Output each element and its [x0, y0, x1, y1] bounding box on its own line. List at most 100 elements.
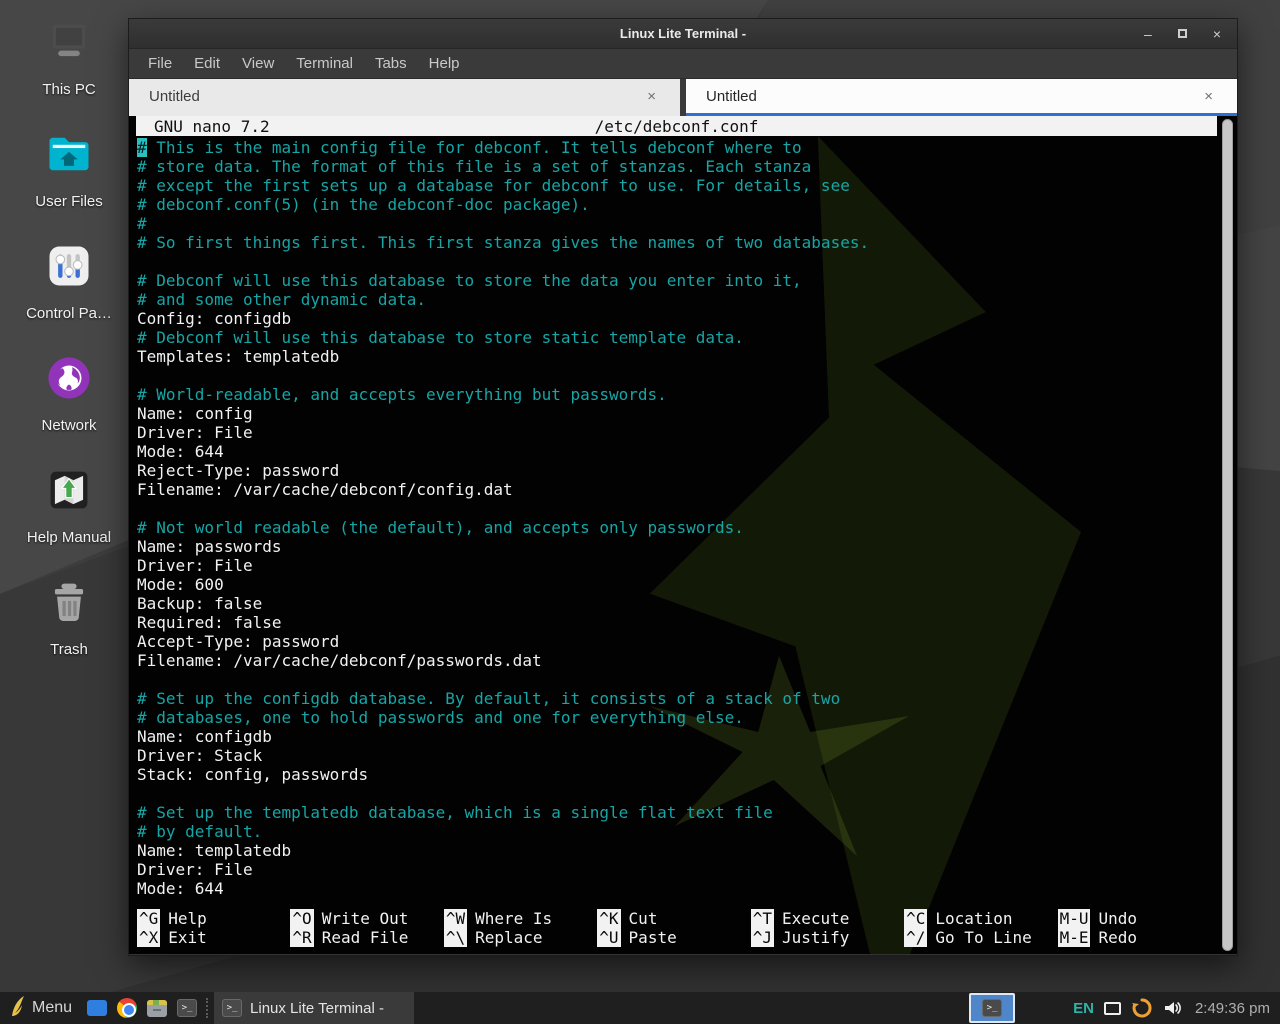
nano-shortcut-label: Write Out	[322, 909, 409, 928]
desktop-icon-help-manual[interactable]: Help Manual	[9, 464, 129, 546]
taskbar-window-label: Linux Lite Terminal -	[250, 1000, 384, 1017]
nano-file-path: /etc/debconf.conf	[136, 117, 1217, 136]
desktop-icon-this-pc[interactable]: This PC	[9, 16, 129, 98]
menu-view[interactable]: View	[231, 51, 285, 76]
tab-close-icon[interactable]: ×	[1200, 86, 1217, 107]
taskbar: Menu >_ >_ Linux Lite Terminal - >_ EN 2…	[0, 992, 1280, 1024]
window-titlebar[interactable]: Linux Lite Terminal - – ×	[129, 19, 1237, 49]
nano-shortcut: ^KCut	[597, 909, 750, 928]
nano-shortcut: ^X Exit	[137, 928, 290, 947]
terminal-line: Templates: templatedb	[137, 347, 1237, 366]
launcher-terminal[interactable]: >_	[172, 992, 202, 1024]
globe-icon	[43, 352, 95, 409]
desktop-icon-user-files[interactable]: User Files	[9, 128, 129, 210]
nano-shortcut-key: ^X	[137, 928, 160, 947]
terminal-icon: >_	[177, 999, 197, 1017]
desktop: This PC User Files Control Pa… Network H…	[0, 0, 1280, 1024]
menu-bar: File Edit View Terminal Tabs Help	[129, 49, 1237, 79]
display-tray-icon[interactable]	[1104, 1002, 1121, 1015]
nano-shortcut-label: Redo	[1098, 928, 1137, 947]
nano-shortcut: ^\ Replace	[444, 928, 597, 947]
trash-icon	[43, 576, 95, 633]
terminal-window: Linux Lite Terminal - – × File Edit View…	[128, 18, 1238, 956]
nano-shortcut-column: ^CLocation^/ Go To Line	[904, 909, 1057, 947]
terminal-line: Driver: File	[137, 423, 1237, 442]
terminal-screen[interactable]: GNU nano 7.2 /etc/debconf.conf # This is…	[129, 116, 1237, 954]
terminal-line: Name: config	[137, 404, 1237, 423]
tab-untitled-2[interactable]: Untitled ×	[686, 79, 1237, 116]
nano-shortcut-column: ^TExecute^JJustify	[751, 909, 904, 947]
nano-shortcut-column: ^WWhere Is^\ Replace	[444, 909, 597, 947]
tab-close-icon[interactable]: ×	[643, 86, 660, 107]
nano-shortcut-key: M-E	[1058, 928, 1091, 947]
terminal-line: # Set up the configdb database. By defau…	[137, 689, 1237, 708]
terminal-icon: >_	[982, 999, 1002, 1017]
launcher-archive[interactable]	[142, 992, 172, 1024]
nano-shortcut-label: Justify	[782, 928, 849, 947]
nano-shortcut-label: Execute	[782, 909, 849, 928]
desktop-icon-trash[interactable]: Trash	[9, 576, 129, 658]
nano-shortcut-label: Read File	[322, 928, 409, 947]
desktop-icon-control-panel[interactable]: Control Pa…	[9, 240, 129, 322]
nano-shortcut: ^CLocation	[904, 909, 1057, 928]
nano-shortcut-label: Go To Line	[935, 928, 1031, 947]
launcher-chrome[interactable]	[112, 992, 142, 1024]
terminal-line: Driver: Stack	[137, 746, 1237, 765]
archive-icon	[147, 1000, 167, 1017]
minimize-button[interactable]: –	[1144, 27, 1152, 41]
terminal-lines: # This is the main config file for debco…	[129, 136, 1237, 898]
nano-shortcut-label: Replace	[475, 928, 542, 947]
nano-shortcut-key: ^/	[904, 928, 927, 947]
focused-app-indicator[interactable]: >_	[969, 993, 1015, 1023]
terminal-line	[137, 366, 1237, 385]
nano-shortcut-key: ^W	[444, 909, 467, 928]
taskbar-separator[interactable]	[206, 998, 208, 1018]
nano-shortcut-label: Undo	[1098, 909, 1137, 928]
terminal-line: Filename: /var/cache/debconf/passwords.d…	[137, 651, 1237, 670]
keyboard-layout-indicator[interactable]: EN	[1073, 1000, 1094, 1017]
volume-tray-icon[interactable]	[1163, 999, 1181, 1017]
terminal-line	[137, 252, 1237, 271]
close-button[interactable]: ×	[1213, 27, 1221, 41]
menu-tabs[interactable]: Tabs	[364, 51, 418, 76]
tab-untitled-1[interactable]: Untitled ×	[129, 79, 680, 116]
menu-terminal[interactable]: Terminal	[285, 51, 364, 76]
nano-shortcut-key: ^\	[444, 928, 467, 947]
nano-shortcut: ^UPaste	[597, 928, 750, 947]
start-menu-button[interactable]: Menu	[0, 992, 82, 1024]
nano-shortcut-column: M-U Undo M-E Redo	[1058, 909, 1211, 947]
nano-shortcut-column: ^KCut^UPaste	[597, 909, 750, 947]
tab-bar: Untitled × Untitled ×	[129, 79, 1237, 116]
terminal-line: Driver: File	[137, 556, 1237, 575]
nano-shortcut: M-U Undo	[1058, 909, 1211, 928]
menu-help[interactable]: Help	[418, 51, 471, 76]
nano-shortcut-key: ^T	[751, 909, 774, 928]
nano-shortcut-label: Exit	[168, 928, 207, 947]
terminal-line: # Debconf will use this database to stor…	[137, 328, 1237, 347]
nano-shortcut-key: M-U	[1058, 909, 1091, 928]
taskbar-clock[interactable]: 2:49:36 pm	[1195, 1000, 1270, 1017]
nano-shortcut: ^WWhere Is	[444, 909, 597, 928]
update-tray-icon[interactable]	[1131, 997, 1153, 1019]
terminal-line: Accept-Type: password	[137, 632, 1237, 651]
terminal-line: Reject-Type: password	[137, 461, 1237, 480]
terminal-line: Name: templatedb	[137, 841, 1237, 860]
terminal-line: # store data. The format of this file is…	[137, 157, 1237, 176]
terminal-scrollbar[interactable]	[1222, 119, 1233, 951]
taskbar-window-button[interactable]: >_ Linux Lite Terminal -	[214, 992, 414, 1024]
computer-icon	[43, 16, 95, 73]
text-cursor: #	[137, 138, 147, 157]
terminal-line: # and some other dynamic data.	[137, 290, 1237, 309]
terminal-line: Required: false	[137, 613, 1237, 632]
window-controls: – ×	[1144, 27, 1237, 41]
menu-file[interactable]: File	[137, 51, 183, 76]
terminal-line: # Debconf will use this database to stor…	[137, 271, 1237, 290]
desktop-icon-network[interactable]: Network	[9, 352, 129, 434]
nano-shortcut: ^T Execute	[751, 909, 904, 928]
terminal-line: Mode: 644	[137, 442, 1237, 461]
nano-shortcut-key: ^R	[290, 928, 313, 947]
launcher-file-manager[interactable]	[82, 992, 112, 1024]
desktop-icon-label: Help Manual	[27, 529, 111, 546]
menu-edit[interactable]: Edit	[183, 51, 231, 76]
maximize-button[interactable]	[1178, 29, 1187, 38]
